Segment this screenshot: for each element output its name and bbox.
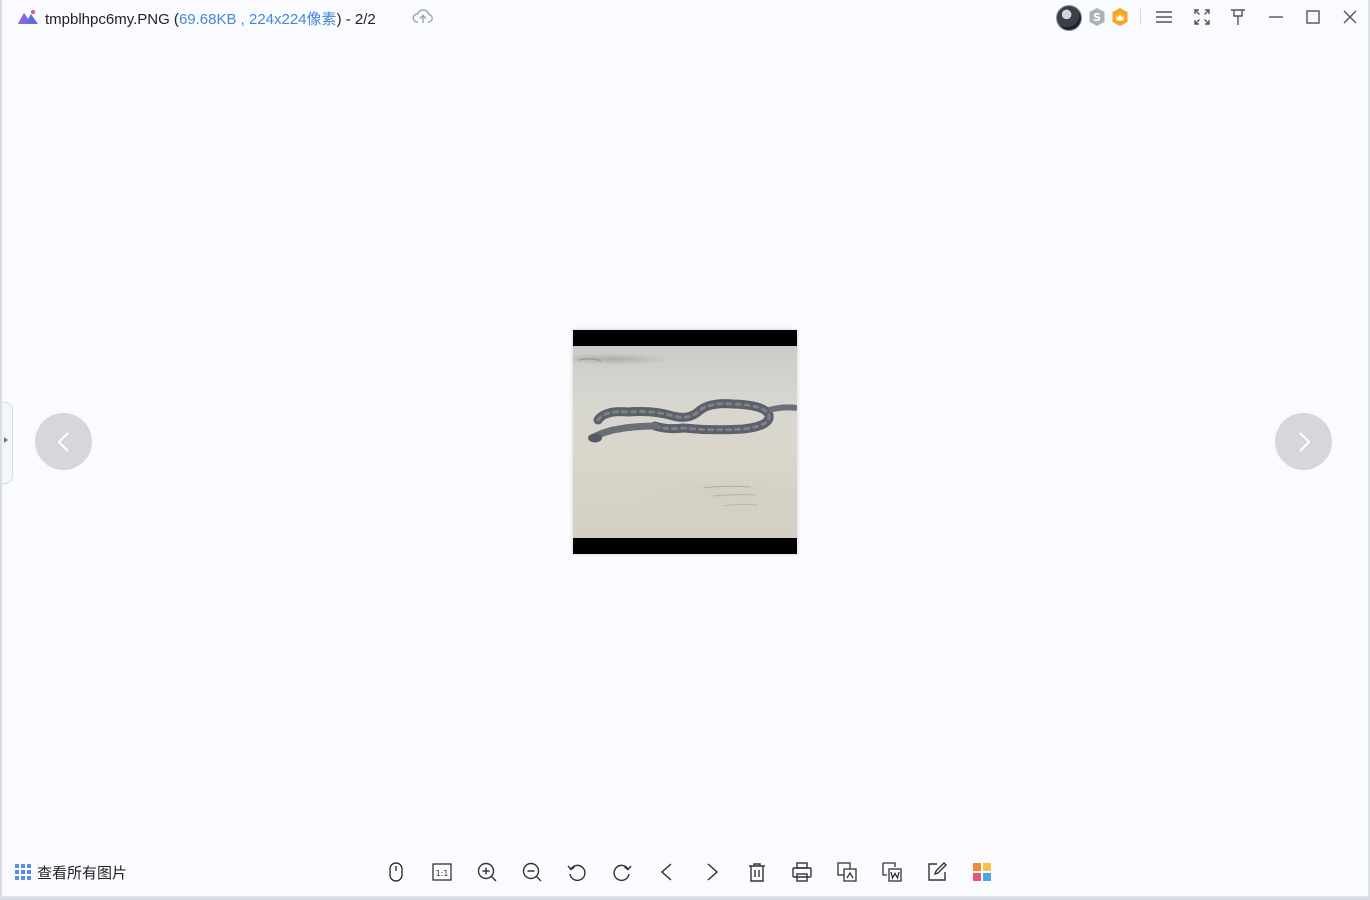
delete-button[interactable]: [742, 857, 772, 887]
mouse-mode-button[interactable]: [381, 857, 411, 887]
view-all-images-label: 查看所有图片: [37, 864, 128, 882]
actual-size-button[interactable]: 1:1: [427, 857, 457, 887]
zoom-in-icon: [477, 862, 497, 882]
rotate-left-icon: [567, 864, 586, 882]
side-panel-handle[interactable]: [2, 402, 13, 484]
expand-arrow-icon: [4, 437, 8, 443]
convert-button[interactable]: [832, 857, 862, 887]
file-size: 69.68KB: [178, 11, 237, 28]
view-all-images-button[interactable]: 查看所有图片: [14, 862, 127, 882]
rotate-left-button[interactable]: [562, 857, 592, 887]
actual-size-icon: 1:1: [432, 863, 452, 881]
filename: tmpblhpc6my.PNG: [45, 11, 170, 28]
trash-icon: [749, 863, 765, 882]
next-image-button[interactable]: [1275, 413, 1332, 470]
user-avatar[interactable]: [1056, 5, 1082, 31]
zoom-out-button[interactable]: [517, 857, 547, 887]
title-open-paren: (: [169, 11, 179, 28]
pin-on-top-icon[interactable]: [1224, 5, 1252, 29]
vip-badge-icon[interactable]: [1110, 5, 1130, 29]
grid-icon: [15, 864, 31, 880]
print-button[interactable]: [787, 857, 817, 887]
maximize-icon[interactable]: [1299, 5, 1327, 29]
menu-icon[interactable]: [1150, 5, 1178, 29]
rotate-right-button[interactable]: [607, 857, 637, 887]
image-viewer-window: tmpblhpc6my.PNG (69.68KB , 224x224像素) - …: [2, 0, 1369, 897]
title-separator: ,: [236, 11, 249, 28]
zoom-out-icon: [522, 862, 542, 882]
next-button[interactable]: [697, 857, 727, 887]
previous-button[interactable]: [652, 857, 682, 887]
fullscreen-icon[interactable]: [1188, 5, 1216, 29]
edit-button[interactable]: [922, 857, 952, 887]
cloud-upload-icon[interactable]: [412, 7, 434, 25]
previous-image-button[interactable]: [35, 413, 92, 470]
printer-icon: [792, 862, 812, 882]
apps-button[interactable]: [967, 857, 997, 887]
mouse-icon: [389, 862, 403, 882]
coin-badge-letter: S: [1093, 11, 1101, 24]
image-dimensions: 224x224像素: [249, 11, 337, 28]
title-bar: tmpblhpc6my.PNG (69.68KB , 224x224像素) - …: [2, 0, 1368, 34]
apps-icon: [973, 863, 991, 881]
titlebar-divider: [1140, 9, 1141, 25]
zoom-in-button[interactable]: [472, 857, 502, 887]
to-word-button[interactable]: [877, 857, 907, 887]
word-convert-icon: [882, 862, 902, 882]
minimize-icon[interactable]: [1262, 5, 1290, 29]
coin-badge-icon[interactable]: S: [1087, 5, 1107, 29]
chevron-left-icon: [57, 431, 69, 452]
app-logo-icon: [17, 8, 39, 26]
rotate-right-icon: [613, 864, 632, 882]
chevron-right-small-icon: [707, 863, 719, 881]
chevron-left-small-icon: [660, 863, 672, 881]
snake-on-sand-picture: [577, 357, 797, 507]
image-counter: - 2/2: [341, 11, 376, 28]
window-title: tmpblhpc6my.PNG (69.68KB , 224x224像素) - …: [45, 8, 376, 29]
actual-size-label: 1:1: [436, 869, 449, 878]
displayed-image[interactable]: [573, 330, 797, 554]
chevron-right-icon: [1298, 431, 1310, 452]
convert-icon: [837, 862, 857, 882]
edit-icon: [928, 862, 947, 881]
close-icon[interactable]: [1336, 5, 1364, 29]
